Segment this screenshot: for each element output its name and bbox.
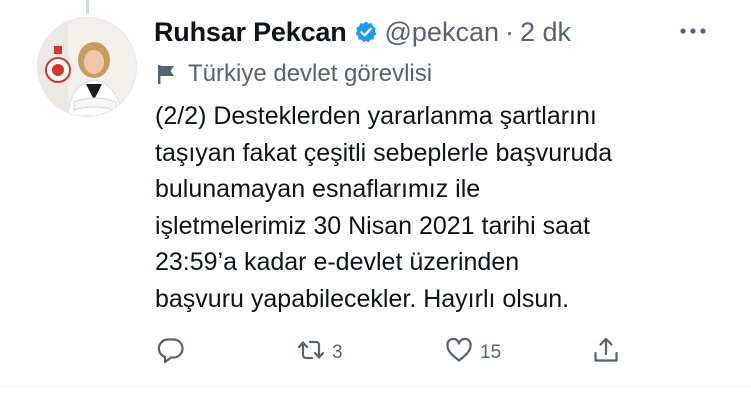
timestamp[interactable]: 2 dk — [520, 17, 571, 48]
reply-icon — [156, 335, 186, 371]
tweet-divider — [0, 386, 751, 387]
more-icon[interactable] — [678, 24, 708, 38]
tweet[interactable]: Ruhsar Pekcan @pekcan · 2 dk Türkiye dev… — [0, 0, 751, 402]
handle[interactable]: @pekcan — [385, 17, 499, 48]
government-label[interactable]: Türkiye devlet görevlisi — [155, 60, 432, 88]
label-text: Türkiye devlet görevlisi — [188, 60, 433, 87]
tweet-header: Ruhsar Pekcan @pekcan · 2 dk — [154, 16, 571, 48]
like-button[interactable]: 15 — [444, 336, 501, 370]
share-button[interactable] — [591, 336, 621, 370]
retweet-icon — [296, 335, 326, 371]
display-name[interactable]: Ruhsar Pekcan — [154, 17, 347, 48]
retweet-count: 3 — [332, 342, 343, 363]
tweet-text: (2/2) Desteklerden yararlanma şartlarını… — [155, 102, 613, 313]
heart-icon — [444, 335, 474, 371]
separator-dot: · — [504, 16, 514, 47]
like-count: 15 — [480, 342, 502, 363]
retweet-button[interactable]: 3 — [296, 336, 343, 370]
share-icon — [591, 335, 621, 371]
reply-button[interactable] — [156, 336, 186, 370]
flag-icon — [155, 63, 177, 85]
verified-badge-icon — [354, 20, 378, 44]
avatar[interactable] — [37, 17, 137, 117]
